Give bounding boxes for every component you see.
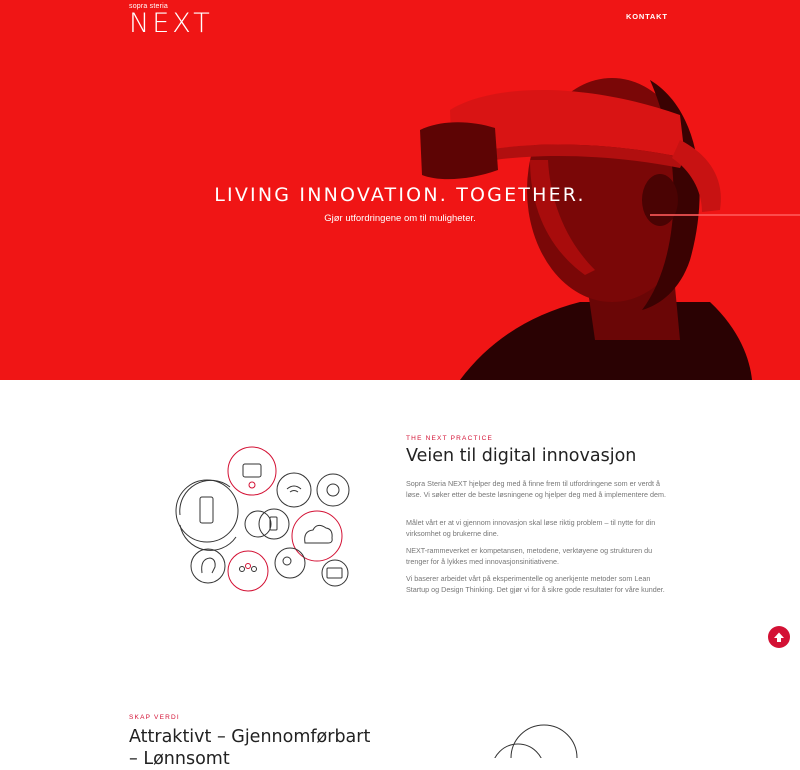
practice-paragraph-1: Sopra Steria NEXT hjelper deg med å finn… xyxy=(406,479,666,499)
practice-paragraph-3: NEXT-rammeverket er kompetansen, metoden… xyxy=(406,546,653,566)
hero-section: sopra steria NEXT KONTAKT LIVING INNOVAT… xyxy=(0,0,800,380)
practice-paragraph-2: Målet vårt er at vi gjennom innovasjon s… xyxy=(406,518,656,538)
value-eyebrow: SKAP VERDI xyxy=(129,714,180,721)
value-title: Attraktivt – Gjennomførbart – Lønnsomt xyxy=(129,727,371,769)
nav-contact-link[interactable]: KONTAKT xyxy=(626,12,668,21)
digital-innovation-illustration xyxy=(175,446,350,592)
brand-wordmark: NEXT xyxy=(129,8,213,39)
venn-circles-illustration xyxy=(494,724,578,758)
practice-title: Veien til digital innovasjon xyxy=(406,446,637,466)
practice-paragraph-4: Vi baserer arbeidet vårt på eksperimente… xyxy=(406,574,665,594)
practice-eyebrow: THE NEXT PRACTICE xyxy=(406,435,494,442)
arrow-up-icon xyxy=(774,632,784,642)
hero-title: LIVING INNOVATION. TOGETHER. xyxy=(214,184,586,206)
hero-subtitle: Gjør utfordringene om til muligheter. xyxy=(324,213,476,224)
hero-headset-portrait xyxy=(420,78,800,380)
scroll-to-top-button[interactable] xyxy=(768,626,790,648)
